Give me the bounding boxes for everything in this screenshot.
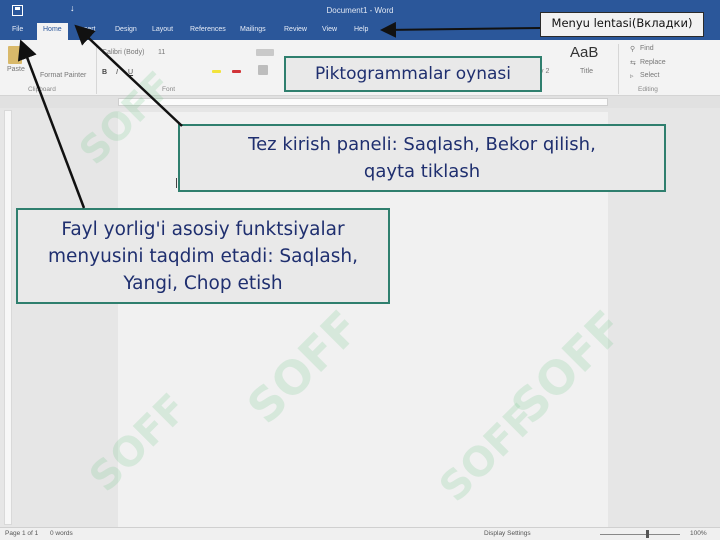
bold-button[interactable]: B: [102, 69, 107, 76]
select-icon: ▹: [630, 73, 634, 80]
tab-file[interactable]: File: [12, 26, 23, 33]
select-button[interactable]: Select: [640, 72, 659, 79]
word-count[interactable]: 0 words: [50, 530, 73, 537]
horizontal-ruler[interactable]: [0, 96, 720, 108]
callout-line: Fayl yorlig'i asosiy funktsiyalar: [61, 219, 345, 240]
find-button[interactable]: Find: [640, 45, 654, 52]
tab-layout[interactable]: Layout: [152, 26, 173, 33]
tab-design[interactable]: Design: [115, 26, 137, 33]
callout-quick-access-toolbar: Tez kirish paneli: Saqlash, Bekor qilish…: [178, 124, 666, 192]
style-title[interactable]: Title: [580, 68, 593, 75]
font-name-select[interactable]: Calibri (Body): [102, 49, 144, 56]
ribbon-separator: [618, 44, 619, 94]
zoom-slider[interactable]: [600, 534, 680, 535]
group-label-clipboard: Clipboard: [28, 86, 56, 93]
status-bar: Page 1 of 1 0 words Display Settings 100…: [0, 527, 720, 540]
format-painter-button[interactable]: Format Painter: [40, 72, 86, 79]
callout-file-tab: Fayl yorlig'i asosiy funktsiyalar menyus…: [16, 208, 390, 304]
replace-button[interactable]: Replace: [640, 59, 666, 66]
italic-button[interactable]: I: [116, 69, 118, 76]
font-size-select[interactable]: 11: [158, 49, 165, 56]
callout-line: menyusini taqdim etadi: Saqlash,: [48, 246, 358, 267]
zoom-slider-thumb[interactable]: [646, 530, 649, 538]
tab-mailings[interactable]: Mailings: [240, 26, 266, 33]
shading-icon[interactable]: [258, 65, 268, 75]
callout-line: qayta tiklash: [363, 161, 481, 182]
style-heading-preview[interactable]: AaB: [570, 44, 598, 61]
replace-icon: ⇆: [630, 60, 636, 67]
word-window: ↓ Document1 - Word File Home Insert Desi…: [0, 0, 720, 540]
highlight-icon[interactable]: [212, 70, 221, 73]
callout-line: Yangi, Chop etish: [123, 273, 283, 294]
ribbon-separator: [96, 44, 97, 94]
tab-view[interactable]: View: [322, 26, 337, 33]
paste-button[interactable]: Paste: [7, 66, 25, 73]
display-settings-button[interactable]: Display Settings: [484, 530, 531, 537]
underline-button[interactable]: U: [128, 69, 133, 76]
ruler-track: [118, 98, 608, 106]
page-count[interactable]: Page 1 of 1: [5, 530, 38, 537]
zoom-level[interactable]: 100%: [690, 530, 707, 537]
tab-review[interactable]: Review: [284, 26, 307, 33]
callout-menu-ribbon: Menyu lentasi(Вкладки): [540, 12, 704, 37]
text-cursor: [176, 178, 177, 188]
callout-icons-window: Piktogrammalar oynasi: [284, 56, 542, 92]
bullets-icon[interactable]: [256, 49, 274, 56]
paste-icon[interactable]: [8, 46, 22, 64]
vertical-ruler[interactable]: [4, 110, 12, 525]
group-label-font: Font: [162, 86, 176, 93]
tab-references[interactable]: References: [190, 26, 226, 33]
tab-help[interactable]: Help: [354, 26, 368, 33]
find-icon: ⚲: [630, 46, 636, 53]
tab-insert[interactable]: Insert: [78, 26, 96, 33]
font-color-icon[interactable]: [232, 70, 241, 73]
callout-line: Tez kirish paneli: Saqlash, Bekor qilish…: [248, 134, 596, 155]
tab-home[interactable]: Home: [37, 23, 68, 40]
group-label-editing: Editing: [638, 86, 658, 93]
